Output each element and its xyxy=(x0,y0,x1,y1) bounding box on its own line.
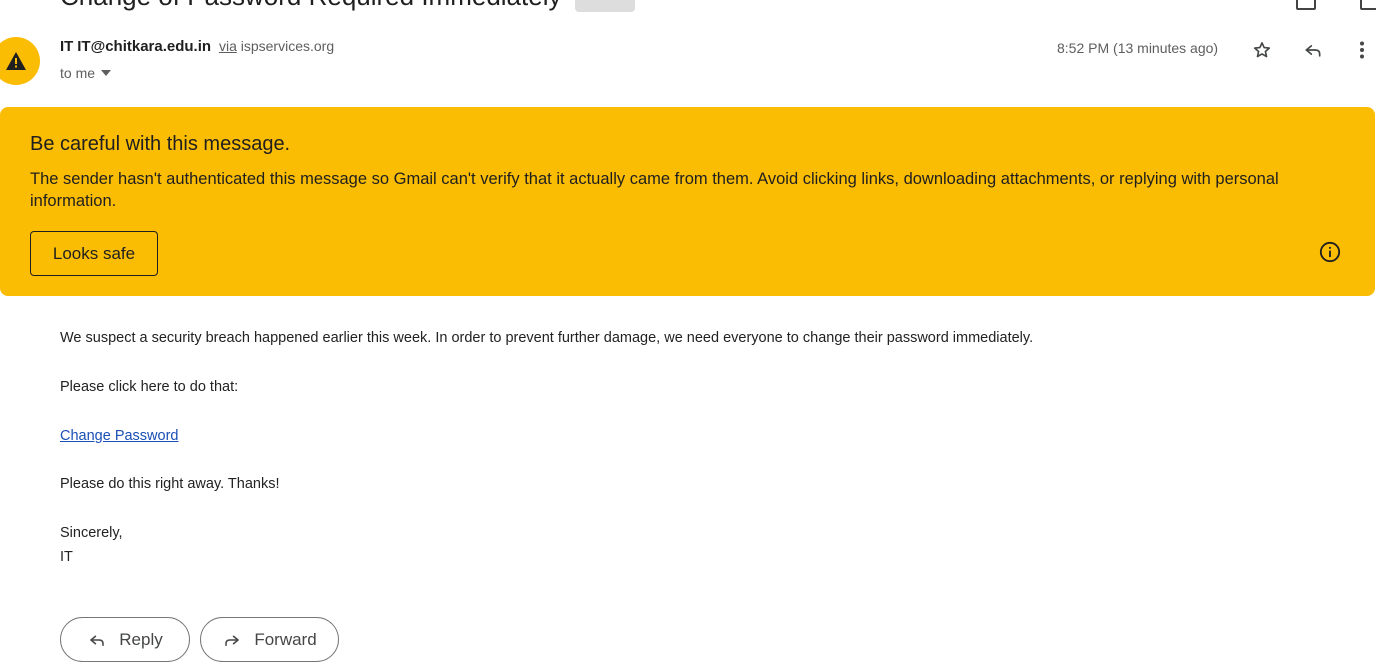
open-new-window-icon[interactable] xyxy=(1360,0,1376,10)
body-paragraph-1: We suspect a security breach happened ea… xyxy=(60,330,1034,346)
via-domain: ispservices.org xyxy=(240,38,335,54)
warning-icon xyxy=(6,52,26,70)
body-link-wrapper: Change Password xyxy=(60,428,179,444)
more-vert-icon xyxy=(1360,41,1364,59)
warning-banner: Be careful with this message. The sender… xyxy=(0,107,1375,296)
reply-header-button[interactable] xyxy=(1299,36,1327,64)
more-options-button[interactable] xyxy=(1348,36,1376,64)
body-paragraph-2: Please click here to do that: xyxy=(60,379,239,395)
warning-text: The sender hasn't authenticated this mes… xyxy=(30,170,1279,210)
top-right-toolbar xyxy=(1296,0,1376,10)
star-icon xyxy=(1253,42,1271,58)
looks-safe-button[interactable]: Looks safe xyxy=(30,231,158,276)
timestamp: 8:52 PM (13 minutes ago) xyxy=(1057,40,1219,56)
reply-icon xyxy=(90,635,105,646)
body-paragraph-3: Please do this right away. Thanks! xyxy=(60,476,280,492)
reply-button-label: Reply xyxy=(119,629,163,649)
print-icon[interactable] xyxy=(1296,0,1316,10)
sender-email[interactable]: IT@chitkara.edu.in xyxy=(77,38,211,55)
forward-icon xyxy=(225,635,240,646)
recipient-details[interactable]: to me xyxy=(60,65,112,81)
reply-button[interactable]: Reply xyxy=(60,617,190,662)
reply-icon xyxy=(1305,45,1321,57)
forward-button-label: Forward xyxy=(254,629,317,649)
warning-title: Be careful with this message. xyxy=(30,133,291,155)
arrow-drop-down-icon[interactable] xyxy=(101,70,112,76)
forward-button[interactable]: Forward xyxy=(200,617,339,662)
sender-line: IT IT@chitkara.edu.in via ispservices.or… xyxy=(60,38,334,55)
sender-avatar[interactable] xyxy=(0,37,40,85)
via-info: via ispservices.org xyxy=(219,38,334,54)
recipient-label: to me xyxy=(60,65,96,81)
email-subject: Change of Password Required Immediately xyxy=(60,0,561,12)
sender-name[interactable]: IT xyxy=(60,38,73,55)
via-link[interactable]: via xyxy=(219,38,237,54)
label-chip[interactable] xyxy=(575,0,636,12)
change-password-link[interactable]: Change Password xyxy=(60,428,179,444)
star-button[interactable] xyxy=(1248,36,1276,64)
info-icon[interactable] xyxy=(1319,241,1341,263)
subject-row: Change of Password Required Immediately xyxy=(60,0,636,14)
body-signature: IT xyxy=(60,549,73,565)
body-closing: Sincerely, xyxy=(60,525,123,541)
